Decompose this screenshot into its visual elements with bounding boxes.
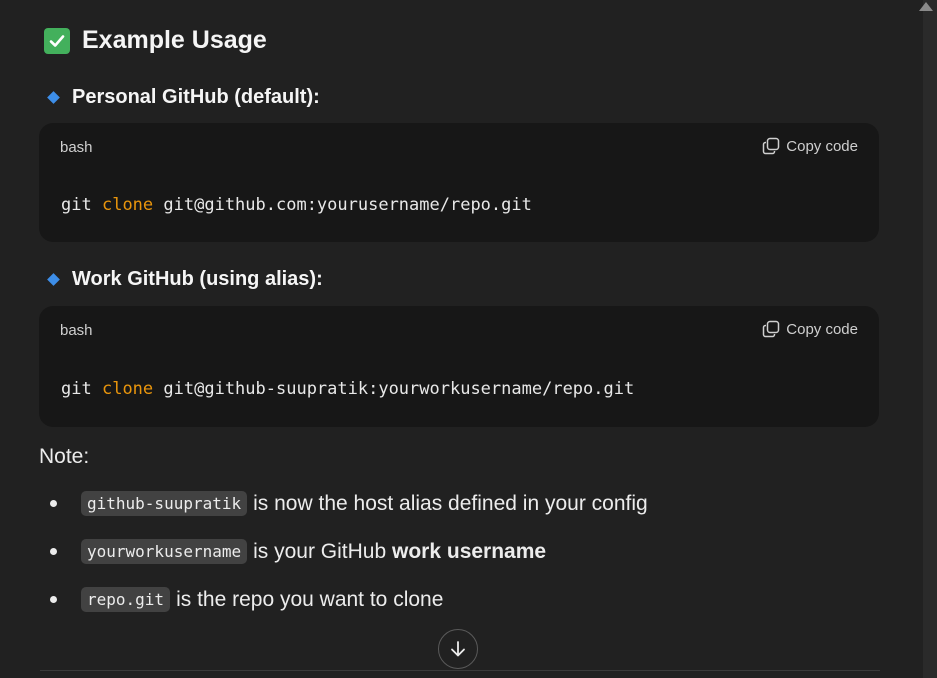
subheading-personal: Personal GitHub (default): — [47, 86, 320, 109]
list-item: yourworkusername is your GitHub work use… — [50, 539, 546, 564]
list-item-text: is now the host alias defined in your co… — [253, 491, 648, 515]
note-label: Note: — [39, 445, 90, 468]
subheading-work: Work GitHub (using alias): — [47, 268, 323, 291]
diamond-bullet-icon — [47, 91, 60, 104]
divider — [40, 670, 880, 671]
scrollbar[interactable] — [919, 0, 937, 678]
code-command: git — [61, 195, 92, 215]
inline-code: github-suupratik — [81, 491, 248, 516]
scroll-up-arrow-icon[interactable] — [919, 2, 933, 11]
code-block-work: bash Copy code git clone git@github-suup… — [39, 306, 879, 427]
subheading-text: Personal GitHub (default): — [72, 86, 320, 108]
copy-code-label: Copy code — [786, 137, 858, 155]
copy-code-label: Copy code — [786, 320, 858, 338]
code-keyword: clone — [101, 379, 154, 399]
code-block-personal: bash Copy code git clone git@github.com:… — [39, 123, 879, 242]
scroll-to-bottom-button[interactable] — [438, 629, 478, 669]
list-item: github-suupratik is now the host alias d… — [50, 491, 648, 516]
code-argument: git@github-suupratik:yourworkusername/re… — [163, 379, 635, 399]
code-keyword: clone — [101, 195, 154, 215]
list-item: repo.git is the repo you want to clone — [50, 587, 443, 612]
list-item-bold-text: work username — [392, 539, 547, 563]
copy-code-button[interactable]: Copy code — [762, 137, 858, 155]
subheading-text: Work GitHub (using alias): — [72, 268, 323, 290]
check-box-icon — [44, 27, 70, 54]
code-command: git — [61, 379, 92, 399]
code-language-label: bash — [60, 322, 93, 339]
list-item-text: is your GitHub — [253, 539, 387, 563]
code-argument: git@github.com:yourusername/repo.git — [163, 195, 532, 215]
chat-page: Example Usage Personal GitHub (default):… — [0, 0, 937, 678]
inline-code: repo.git — [81, 587, 171, 612]
copy-icon — [763, 320, 780, 338]
bullet-dot-icon — [50, 548, 57, 555]
diamond-bullet-icon — [47, 273, 60, 286]
section-heading: Example Usage — [44, 26, 267, 55]
bullet-dot-icon — [50, 500, 57, 507]
heading-title: Example Usage — [82, 26, 267, 54]
code-line: git clone git@github.com:yourusername/re… — [61, 195, 532, 215]
inline-code: yourworkusername — [81, 539, 248, 564]
copy-icon — [763, 137, 780, 155]
list-item-text: is the repo you want to clone — [176, 587, 444, 611]
arrow-down-icon — [451, 641, 465, 657]
code-line: git clone git@github-suupratik:yourworku… — [61, 379, 634, 399]
copy-code-button[interactable]: Copy code — [762, 320, 858, 338]
code-language-label: bash — [60, 139, 93, 156]
bullet-dot-icon — [50, 596, 57, 603]
